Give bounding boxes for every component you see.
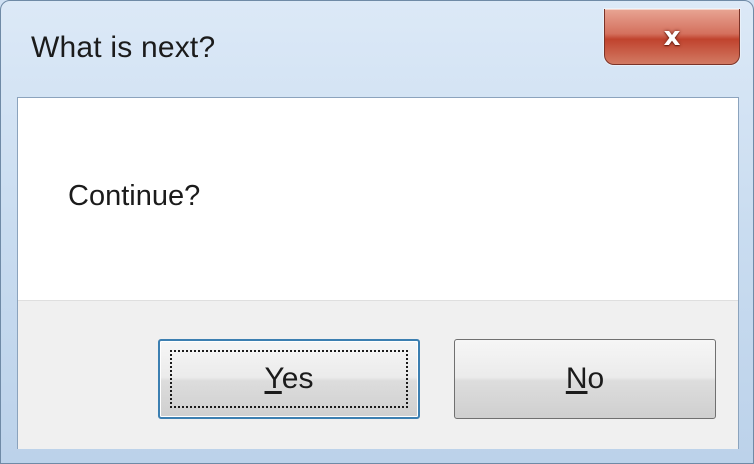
yes-button-label: Yes xyxy=(265,362,314,396)
no-button[interactable]: No xyxy=(454,339,716,419)
window-title: What is next? xyxy=(31,31,216,64)
yes-button[interactable]: Yes xyxy=(158,339,420,419)
dialog-window: What is next? x Continue? Yes No xyxy=(0,0,754,464)
no-button-label: No xyxy=(566,362,604,396)
yes-label-rest: es xyxy=(281,362,314,395)
no-label-rest: o xyxy=(587,362,605,395)
yes-accelerator: Y xyxy=(264,362,282,395)
dialog-message: Continue? xyxy=(68,180,201,212)
no-accelerator: N xyxy=(565,362,588,395)
close-icon: x xyxy=(663,21,681,52)
dialog-client-area: Continue? Yes No xyxy=(17,97,739,449)
message-area: Continue? xyxy=(18,98,738,300)
close-button[interactable]: x xyxy=(604,9,740,65)
button-area: Yes No xyxy=(18,300,738,449)
title-bar[interactable]: What is next? x xyxy=(1,1,753,97)
